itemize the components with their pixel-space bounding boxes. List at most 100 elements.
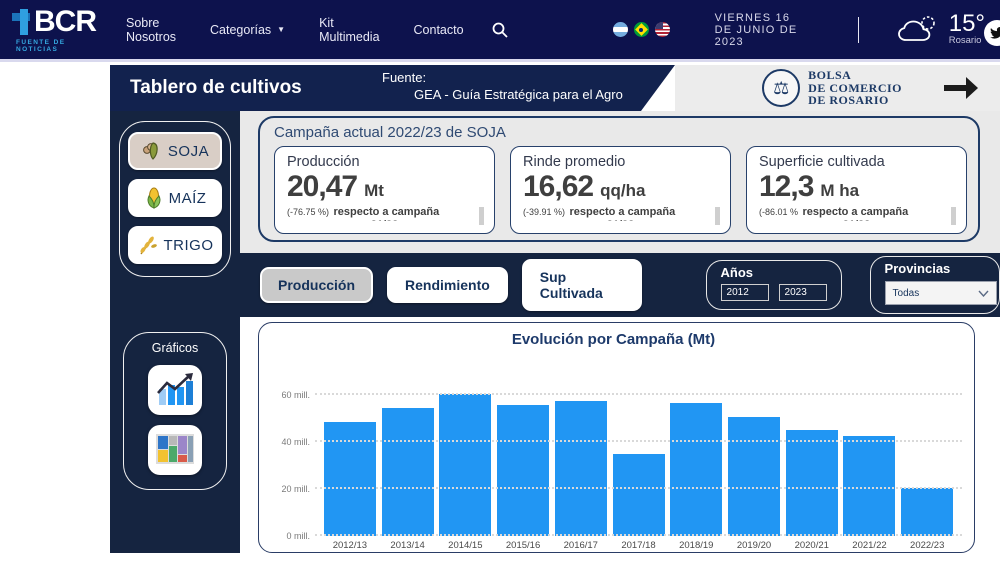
bcr-logo[interactable]: BCR FUENTE DE NOTICIAS <box>12 7 96 53</box>
kpi-value: 20,47 <box>287 172 357 202</box>
crop-dashboard: Tablero de cultivos Fuente: GEA - Guía E… <box>110 65 1000 560</box>
tab-sup-cultivada[interactable]: Sup Cultivada <box>522 259 642 311</box>
x-tick-label: 2022/23 <box>898 540 956 551</box>
x-tick-label: 2013/14 <box>379 540 437 551</box>
bar-chart-view-button[interactable] <box>148 365 202 415</box>
y-tick-label: 0 mill. <box>286 531 310 541</box>
chart-bar-column <box>725 364 783 536</box>
year-from-input[interactable] <box>721 284 769 301</box>
chart-bar-column <box>552 364 610 536</box>
x-tick-label: 2019/20 <box>725 540 783 551</box>
dashboard-source: Fuente: GEA - Guía Estratégica para el A… <box>382 69 623 103</box>
card-scrollbar[interactable] <box>951 207 956 225</box>
nav-item-contacto[interactable]: Contacto <box>414 23 464 37</box>
kpi-card-produccion: Producción 20,47 Mt (-76.75 %) respecto … <box>274 146 495 234</box>
chart-bar[interactable] <box>901 488 953 536</box>
twitter-icon[interactable] <box>984 20 1000 46</box>
source-label: Fuente: <box>382 69 623 86</box>
nav-item-categorias[interactable]: Categorías ▼ <box>210 23 285 37</box>
gridline <box>315 440 962 442</box>
bcr-seal-icon: ⚖ <box>762 69 800 107</box>
dashboard-header-right: ⚖ BOLSA DE COMERCIO DE ROSARIO <box>675 65 1000 111</box>
chart-card: Evolución por Campaña (Mt) 0 mill. 20 mil… <box>258 322 975 553</box>
weather-widget: 15° Rosario <box>897 13 985 46</box>
x-tick-label: 2012/13 <box>321 540 379 551</box>
year-to-input[interactable] <box>779 284 827 301</box>
treemap-icon <box>154 432 196 468</box>
chart-plot <box>315 364 962 536</box>
y-tick-label: 40 mill. <box>281 437 310 447</box>
chart-bar-column <box>783 364 841 536</box>
chart-bar[interactable] <box>786 430 838 536</box>
corn-icon <box>144 187 164 209</box>
cloud-sun-icon <box>897 14 939 46</box>
chart-bar-column <box>321 364 379 536</box>
card-scrollbar[interactable] <box>715 207 720 225</box>
summary-title: Campaña actual 2022/23 de SOJA <box>274 124 968 141</box>
dashboard-header-band: Tablero de cultivos Fuente: GEA - Guía E… <box>110 65 675 111</box>
chart-bar-column <box>610 364 668 536</box>
graficos-group: Gráficos <box>123 332 227 490</box>
x-tick-label: 2021/22 <box>841 540 899 551</box>
crop-button-soja[interactable]: SOJA <box>128 132 222 170</box>
chart-bar[interactable] <box>728 417 780 536</box>
bcr-org-logo: ⚖ BOLSA DE COMERCIO DE ROSARIO <box>762 69 902 107</box>
nav-item-kit-multimedia[interactable]: Kit Multimedia <box>319 16 379 44</box>
gridline <box>315 487 962 489</box>
usa-flag-icon[interactable] <box>655 22 670 37</box>
chart-x-axis: 2012/132013/142014/152015/162016/172017/… <box>321 540 956 551</box>
kpi-unit: qq/ha <box>600 181 645 201</box>
kpi-delta: (-39.91 %) respecto a campaña 21/22 <box>523 204 718 221</box>
chart-bar[interactable] <box>382 408 434 536</box>
chart-bar[interactable] <box>555 401 607 536</box>
gridline <box>315 393 962 395</box>
chart-bar-column <box>436 364 494 536</box>
x-tick-label: 2015/16 <box>494 540 552 551</box>
summary-section: Campaña actual 2022/23 de SOJA Producció… <box>240 111 1000 253</box>
wheat-icon <box>137 234 159 256</box>
x-tick-label: 2017/18 <box>610 540 668 551</box>
search-icon[interactable] <box>492 22 508 38</box>
crop-button-trigo[interactable]: TRIGO <box>128 226 222 264</box>
chart-bar[interactable] <box>670 403 722 536</box>
brazil-flag-icon[interactable] <box>634 22 649 37</box>
chart-bars <box>321 364 956 536</box>
provinces-dropdown[interactable]: Todas <box>885 281 997 305</box>
kpi-unit: Mt <box>364 181 384 201</box>
dashboard-title: Tablero de cultivos <box>130 77 302 99</box>
kpi-card-rinde: Rinde promedio 16,62 qq/ha (-39.91 %) re… <box>510 146 731 234</box>
chart-bar-column <box>898 364 956 536</box>
soybean-icon <box>141 140 163 162</box>
chart-y-axis: 0 mill.20 mill.40 mill.60 mill. <box>265 364 315 536</box>
next-arrow-icon[interactable] <box>944 77 978 99</box>
tab-produccion[interactable]: Producción <box>260 267 373 303</box>
controls-band: Producción Rendimiento Sup Cultivada Año… <box>240 253 1000 317</box>
chart-bar[interactable] <box>613 454 665 536</box>
treemap-view-button[interactable] <box>148 425 202 475</box>
crop-button-maiz[interactable]: MAÍZ <box>128 179 222 217</box>
years-label: Años <box>721 265 827 280</box>
nav-menu: Sobre Nosotros Categorías ▼ Kit Multimed… <box>126 16 464 44</box>
x-tick-label: 2020/21 <box>783 540 841 551</box>
x-tick-label: 2016/17 <box>552 540 610 551</box>
crop-sidebar: SOJA MAÍZ <box>110 111 240 553</box>
chart-title: Evolución por Campaña (Mt) <box>265 331 962 348</box>
nav-item-sobre-nosotros[interactable]: Sobre Nosotros <box>126 16 176 44</box>
weather-city: Rosario <box>949 35 982 46</box>
kpi-value: 16,62 <box>523 172 593 202</box>
argentina-flag-icon[interactable] <box>613 22 628 37</box>
chevron-down-icon: ▼ <box>277 25 285 34</box>
tab-rendimiento[interactable]: Rendimiento <box>387 267 508 303</box>
card-scrollbar[interactable] <box>479 207 484 225</box>
chart-bar[interactable] <box>439 394 491 536</box>
chart-bar[interactable] <box>497 405 549 536</box>
kpi-card-superficie: Superficie cultivada 12,3 M ha (-86.01 %… <box>746 146 967 234</box>
kpi-delta: (-76.75 %) respecto a campaña 21/22 <box>287 204 482 221</box>
top-nav: BCR FUENTE DE NOTICIAS Sobre Nosotros Ca… <box>0 0 1000 62</box>
chart-section: Evolución por Campaña (Mt) 0 mill. 20 mil… <box>240 317 1000 553</box>
nav-date: VIERNES 16 DE JUNIO DE 2023 <box>715 12 810 48</box>
kpi-value: 12,3 <box>759 172 813 202</box>
y-tick-label: 20 mill. <box>281 484 310 494</box>
kpi-delta: (-86.01 % respecto a campaña 21/22 <box>759 204 954 221</box>
nav-divider <box>858 17 859 43</box>
